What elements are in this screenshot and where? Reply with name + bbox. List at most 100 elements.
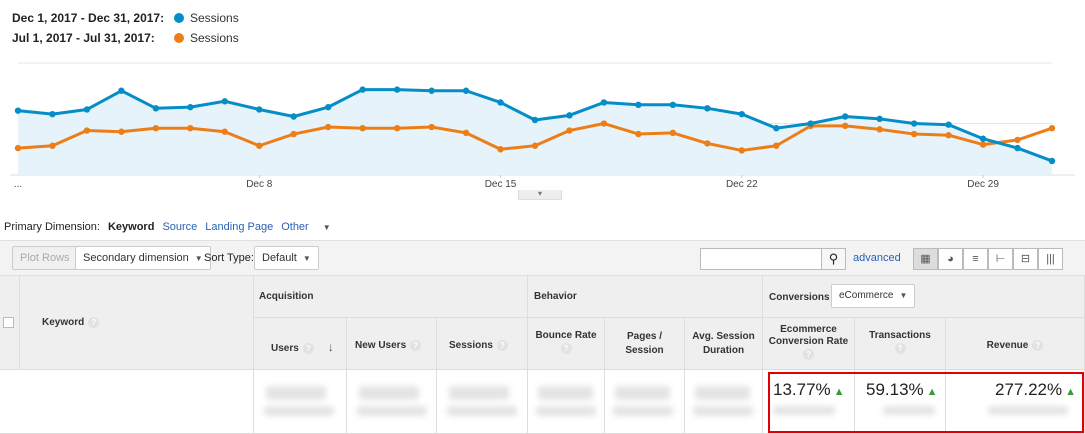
- data-point-dec-10[interactable]: [359, 86, 366, 93]
- advanced-filter-link[interactable]: advanced: [853, 252, 901, 264]
- data-point-dec-13[interactable]: [462, 87, 470, 94]
- data-point-dec-25[interactable]: [876, 115, 883, 123]
- data-point-jul-11[interactable]: [393, 125, 401, 132]
- data-point-dec-24[interactable]: [842, 113, 849, 120]
- data-point-dec-30[interactable]: [1048, 157, 1056, 165]
- data-point-jul-25[interactable]: [876, 126, 883, 133]
- data-point-jul-21[interactable]: [738, 147, 745, 154]
- data-point-dec-27[interactable]: [945, 121, 952, 128]
- dimension-other-link[interactable]: Other ▼: [281, 221, 338, 233]
- data-point-dec-26[interactable]: [910, 120, 918, 127]
- data-point-dec-29[interactable]: [1014, 144, 1021, 152]
- data-point-dec-20[interactable]: [704, 105, 711, 112]
- data-point-dec-11[interactable]: [393, 86, 401, 93]
- data-point-dec-5[interactable]: [187, 103, 194, 111]
- data-point-jul-28[interactable]: [979, 141, 987, 148]
- users-column-header[interactable]: Users? ↓: [254, 318, 347, 370]
- data-point-jul-6[interactable]: [221, 128, 228, 135]
- revenue-label: Revenue: [986, 340, 1029, 352]
- avg-session-column-header[interactable]: Avg. Session Duration: [685, 318, 763, 370]
- data-point-jul-14[interactable]: [497, 146, 504, 153]
- data-point-jul-4[interactable]: [152, 125, 160, 132]
- pie-view-icon[interactable]: ◕: [938, 248, 963, 270]
- data-point-jul-19[interactable]: [669, 129, 677, 137]
- data-point-jul-26[interactable]: [910, 130, 918, 138]
- data-point-dec-2[interactable]: [83, 106, 91, 113]
- dimension-landing-page-link[interactable]: Landing Page: [205, 221, 273, 233]
- data-point-jul-24[interactable]: [842, 122, 849, 130]
- help-icon[interactable]: ?: [560, 343, 572, 354]
- data-point-dec-15[interactable]: [531, 116, 539, 124]
- data-point-jul-3[interactable]: [118, 128, 125, 135]
- data-point-dec-12[interactable]: [428, 87, 435, 94]
- help-icon[interactable]: ?: [410, 340, 422, 351]
- transactions-column-header[interactable]: Transactions ?: [855, 318, 946, 370]
- dimension-source-link[interactable]: Source: [162, 221, 197, 233]
- data-point-dec-6[interactable]: [221, 98, 228, 105]
- data-point-jul-9[interactable]: [325, 123, 332, 131]
- data-point-dec-22[interactable]: [773, 125, 780, 132]
- data-point-jul-17[interactable]: [600, 120, 608, 127]
- help-icon[interactable]: ?: [88, 317, 100, 328]
- data-point-jul-22[interactable]: [773, 142, 780, 149]
- data-point-dec-1[interactable]: [49, 110, 56, 118]
- data-point-dec-18[interactable]: [635, 101, 642, 108]
- performance-view-icon[interactable]: ≡: [963, 248, 988, 270]
- data-point-jul-8[interactable]: [290, 130, 297, 138]
- data-point-jul-29[interactable]: [1014, 136, 1021, 144]
- data-point-dec-14[interactable]: [497, 99, 504, 106]
- data-point-jul-15[interactable]: [531, 142, 539, 149]
- table-search-input[interactable]: [700, 248, 822, 270]
- term-cloud-view-icon[interactable]: ⊟: [1013, 248, 1038, 270]
- revenue-column-header[interactable]: Revenue?: [946, 318, 1085, 370]
- help-icon[interactable]: ?: [1032, 340, 1044, 351]
- data-point-jul-27[interactable]: [945, 132, 952, 139]
- help-icon[interactable]: ?: [496, 340, 508, 351]
- data-point-dec-0[interactable]: [14, 107, 22, 114]
- data-point-jul-16[interactable]: [566, 127, 573, 134]
- data-point-jul-30[interactable]: [1048, 125, 1056, 132]
- data-point-jul-20[interactable]: [704, 140, 711, 147]
- data-point-jul-18[interactable]: [635, 130, 642, 138]
- data-point-jul-1[interactable]: [49, 142, 56, 149]
- data-point-dec-9[interactable]: [325, 103, 332, 111]
- data-point-dec-8[interactable]: [290, 113, 297, 120]
- data-point-dec-16[interactable]: [566, 112, 573, 119]
- data-point-jul-13[interactable]: [462, 129, 470, 137]
- data-point-jul-2[interactable]: [83, 127, 91, 134]
- data-point-dec-19[interactable]: [669, 101, 677, 108]
- dimension-keyword[interactable]: Keyword: [108, 221, 154, 233]
- data-point-jul-5[interactable]: [187, 125, 194, 132]
- data-point-jul-10[interactable]: [359, 125, 366, 132]
- sort-type-select[interactable]: Default ▼: [254, 246, 319, 270]
- data-point-dec-21[interactable]: [738, 110, 745, 118]
- pages-session-column-header[interactable]: Pages / Session: [605, 318, 685, 370]
- conversions-goal-select[interactable]: eCommerce ▼: [831, 284, 916, 308]
- sessions-column-header[interactable]: Sessions?: [437, 318, 528, 370]
- search-icon[interactable]: ⚲: [821, 248, 846, 270]
- table-view-icon[interactable]: ▦: [913, 248, 938, 270]
- help-icon[interactable]: ?: [803, 349, 814, 360]
- secondary-dimension-select[interactable]: Secondary dimension ▼: [75, 246, 211, 270]
- select-all-checkbox[interactable]: [3, 317, 14, 328]
- data-point-jul-7[interactable]: [256, 142, 263, 149]
- data-point-dec-4[interactable]: [152, 105, 160, 112]
- data-point-dec-28[interactable]: [979, 135, 987, 142]
- keyword-header[interactable]: Keyword?: [20, 276, 254, 370]
- new-users-column-header[interactable]: New Users?: [347, 318, 437, 370]
- pivot-view-icon[interactable]: |||: [1038, 248, 1063, 270]
- collapse-chart-toggle[interactable]: ▾: [518, 190, 562, 200]
- bounce-rate-column-header[interactable]: Bounce Rate ?: [528, 318, 605, 370]
- plot-rows-button[interactable]: Plot Rows: [12, 246, 78, 270]
- data-point-dec-7[interactable]: [256, 106, 263, 113]
- help-icon[interactable]: ?: [302, 342, 314, 354]
- ecommerce-conversion-rate-column-header[interactable]: Ecommerce Conversion Rate ?: [763, 318, 855, 370]
- help-icon[interactable]: ?: [894, 343, 906, 354]
- data-point-jul-0[interactable]: [14, 144, 22, 152]
- sessions-line-chart[interactable]: ... Dec 8 Dec 15 Dec 22 Dec 29: [0, 48, 1085, 198]
- data-point-dec-23[interactable]: [807, 120, 814, 127]
- data-point-jul-12[interactable]: [428, 123, 435, 131]
- data-point-dec-17[interactable]: [600, 99, 608, 106]
- data-point-dec-3[interactable]: [118, 87, 125, 94]
- comparison-view-icon[interactable]: ⊢: [988, 248, 1013, 270]
